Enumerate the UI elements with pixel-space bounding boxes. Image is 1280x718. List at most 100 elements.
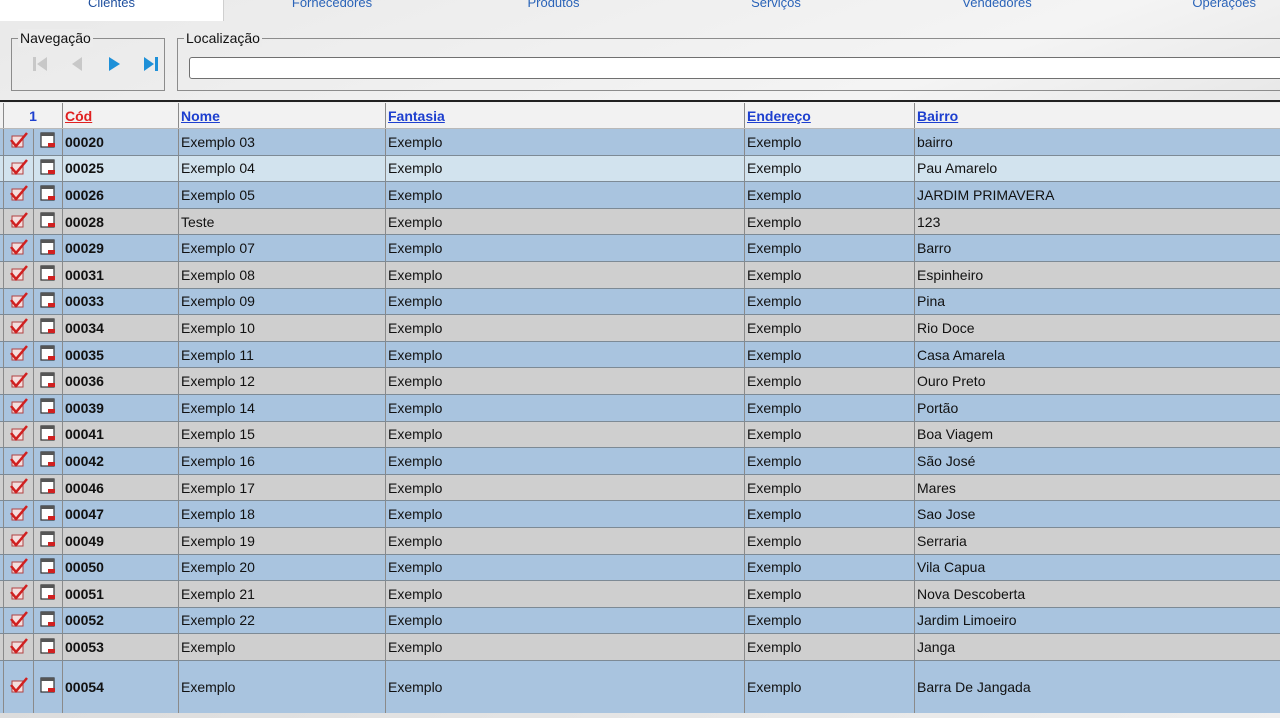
cell-bairro: Barro (914, 235, 1280, 261)
view-button[interactable] (33, 341, 62, 368)
table-row[interactable]: 00042 Exemplo 16 Exemplo Exemplo São José (0, 448, 1280, 475)
table-row[interactable]: 00028 Teste Exemplo Exemplo 123 (0, 208, 1280, 236)
view-button[interactable] (33, 607, 62, 634)
edit-button[interactable] (3, 448, 33, 474)
next-record-button[interactable] (95, 52, 132, 76)
edit-check-icon (9, 131, 29, 152)
view-button[interactable] (33, 634, 62, 660)
view-button[interactable] (33, 394, 62, 421)
edit-button[interactable] (3, 341, 33, 368)
page-number[interactable]: 1 (3, 103, 62, 128)
cell-cod: 00041 (62, 421, 178, 448)
edit-button[interactable] (3, 634, 33, 660)
view-record-icon (39, 477, 57, 498)
table-row[interactable]: 00031 Exemplo 08 Exemplo Exemplo Espinheiro (0, 261, 1280, 289)
view-button[interactable] (33, 129, 62, 155)
tab-vendedores[interactable]: Vendedores (886, 0, 1108, 22)
edit-button[interactable] (3, 527, 33, 554)
table-row[interactable]: 00053 Exemplo Exemplo Exemplo Janga (0, 634, 1280, 661)
edit-button[interactable] (3, 315, 33, 341)
view-button[interactable] (33, 235, 62, 261)
cell-endereco: Exemplo (744, 288, 914, 315)
location-search-input[interactable] (189, 57, 1280, 79)
view-button[interactable] (33, 182, 62, 208)
table-row[interactable]: 00052 Exemplo 22 Exemplo Exemplo Jardim Limo… (0, 607, 1280, 635)
table-row[interactable]: 00034 Exemplo 10 Exemplo Exemplo Rio Doce (0, 315, 1280, 342)
edit-button[interactable] (3, 288, 33, 315)
column-header-cod[interactable]: Cód (62, 103, 178, 128)
view-record-icon (39, 291, 57, 312)
view-button[interactable] (33, 660, 62, 713)
edit-button[interactable] (3, 554, 33, 581)
edit-button[interactable] (3, 155, 33, 182)
view-button[interactable] (33, 155, 62, 182)
table-row[interactable]: 00033 Exemplo 09 Exemplo Exemplo Pina (0, 288, 1280, 316)
view-record-icon (39, 637, 57, 658)
view-button[interactable] (33, 581, 62, 607)
edit-button[interactable] (3, 394, 33, 421)
tab-produtos[interactable]: Produtos (441, 0, 666, 22)
column-header-bairro[interactable]: Bairro (914, 103, 1280, 128)
cell-fantasia: Exemplo (385, 554, 744, 581)
cell-nome: Exemplo 14 (178, 394, 385, 421)
table-row[interactable]: 00041 Exemplo 15 Exemplo Exemplo Boa Viagem (0, 421, 1280, 449)
edit-button[interactable] (3, 501, 33, 527)
table-row[interactable]: 00049 Exemplo 19 Exemplo Exemplo Serraria (0, 527, 1280, 555)
table-row[interactable]: 00051 Exemplo 21 Exemplo Exemplo Nova Descob… (0, 581, 1280, 608)
table-row[interactable]: 00046 Exemplo 17 Exemplo Exemplo Mares (0, 474, 1280, 502)
column-header-endereco[interactable]: Endereço (744, 103, 914, 128)
edit-button[interactable] (3, 368, 33, 394)
edit-button[interactable] (3, 581, 33, 607)
cell-endereco: Exemplo (744, 368, 914, 394)
edit-button[interactable] (3, 208, 33, 235)
previous-icon (71, 57, 82, 71)
first-record-button[interactable] (21, 52, 58, 76)
tab-servicos[interactable]: Serviços (666, 0, 886, 22)
view-button[interactable] (33, 448, 62, 474)
cell-cod: 00025 (62, 155, 178, 182)
table-row[interactable]: 00050 Exemplo 20 Exemplo Exemplo Vila Capua (0, 554, 1280, 582)
table-row[interactable]: 00047 Exemplo 18 Exemplo Exemplo Sao Jose (0, 501, 1280, 528)
table-row[interactable]: 00026 Exemplo 05 Exemplo Exemplo JARDIM PRIM… (0, 182, 1280, 209)
cell-cod: 00035 (62, 341, 178, 368)
edit-button[interactable] (3, 421, 33, 448)
view-button[interactable] (33, 368, 62, 394)
cell-fantasia: Exemplo (385, 288, 744, 315)
edit-button[interactable] (3, 660, 33, 713)
view-button[interactable] (33, 554, 62, 581)
table-row[interactable]: 00039 Exemplo 14 Exemplo Exemplo Portão (0, 394, 1280, 422)
tab-clientes[interactable]: Clientes (0, 0, 224, 21)
view-button[interactable] (33, 527, 62, 554)
column-header-nome[interactable]: Nome (178, 103, 385, 128)
view-button[interactable] (33, 315, 62, 341)
cell-nome: Exemplo (178, 660, 385, 713)
tab-fornecedores[interactable]: Fornecedores (223, 0, 441, 22)
table-row[interactable]: 00035 Exemplo 11 Exemplo Exemplo Casa Amarel… (0, 341, 1280, 369)
cell-cod: 00020 (62, 129, 178, 155)
view-button[interactable] (33, 288, 62, 315)
table-row[interactable]: 00020 Exemplo 03 Exemplo Exemplo bairro (0, 129, 1280, 156)
table-row[interactable]: 00036 Exemplo 12 Exemplo Exemplo Ouro Preto (0, 368, 1280, 395)
last-record-button[interactable] (132, 52, 169, 76)
edit-button[interactable] (3, 182, 33, 208)
view-button[interactable] (33, 501, 62, 527)
tab-operacoes[interactable]: Operações (1108, 0, 1280, 22)
edit-button[interactable] (3, 261, 33, 288)
column-header-fantasia[interactable]: Fantasia (385, 103, 744, 128)
view-button[interactable] (33, 261, 62, 288)
view-button[interactable] (33, 208, 62, 235)
view-button[interactable] (33, 474, 62, 501)
table-row[interactable]: 00029 Exemplo 07 Exemplo Exemplo Barro (0, 235, 1280, 262)
table-row[interactable]: 00025 Exemplo 04 Exemplo Exemplo Pau Amarelo (0, 155, 1280, 183)
edit-button[interactable] (3, 235, 33, 261)
table-row[interactable]: 00054 Exemplo Exemplo Exemplo Barra De Janga… (0, 660, 1280, 713)
edit-button[interactable] (3, 607, 33, 634)
edit-button[interactable] (3, 129, 33, 155)
cell-bairro: Boa Viagem (914, 421, 1280, 448)
edit-button[interactable] (3, 474, 33, 501)
view-button[interactable] (33, 421, 62, 448)
edit-check-icon (9, 583, 29, 604)
navigation-legend: Navegação (18, 29, 93, 47)
previous-record-button[interactable] (58, 52, 95, 76)
cell-fantasia: Exemplo (385, 581, 744, 607)
